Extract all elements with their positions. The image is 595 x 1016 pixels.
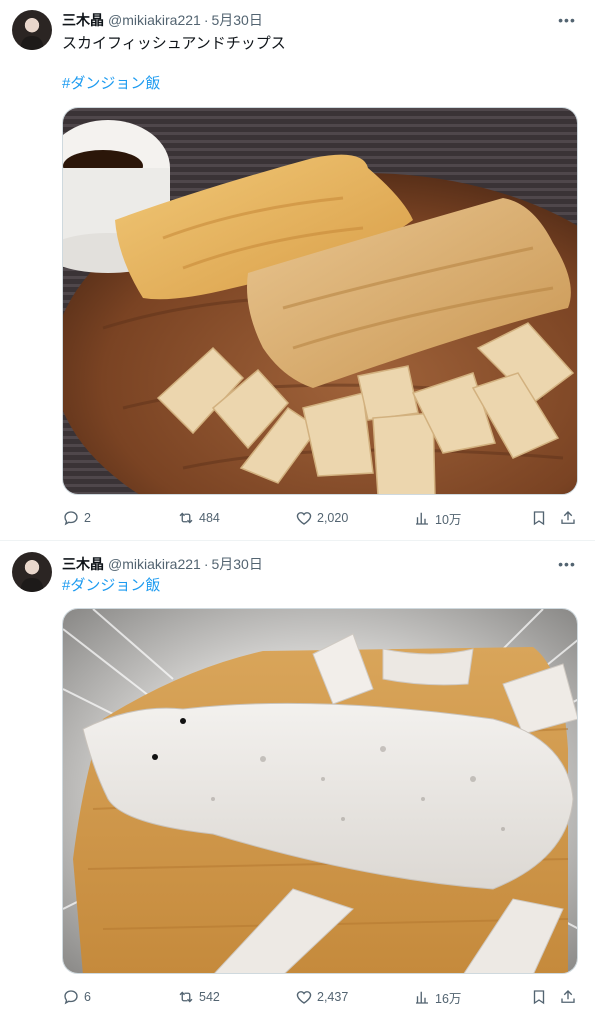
retweet-count: 484 [199,511,220,525]
author-handle[interactable]: @mikiakira221 [108,556,201,572]
reply-count: 2 [84,511,91,525]
hashtag-link[interactable]: #ダンジョン飯 [62,576,160,596]
like-button[interactable]: 2,437 [295,987,348,1007]
tweet-photo-wrapped-fish[interactable] [62,608,578,974]
tweet-actions: 2 484 2,020 10万 [62,508,582,528]
retweet-icon [179,512,193,524]
tweet-2[interactable]: 三木晶 @mikiakira221 · 5月30日 ••• #ダンジョン飯 6 … [0,542,595,1016]
avatar[interactable] [12,552,52,592]
bookmark-button[interactable] [530,987,552,1007]
like-count: 2,020 [317,511,349,525]
retweet-button[interactable]: 484 [177,508,220,528]
reply-button[interactable]: 6 [62,987,91,1007]
tweet-header: 三木晶 @mikiakira221 · 5月30日 [62,554,263,574]
share-button[interactable] [559,987,581,1007]
view-count: 10万 [435,512,462,527]
reply-icon [64,990,78,1005]
view-count: 16万 [435,991,462,1006]
share-icon [561,990,575,1003]
views-button[interactable]: 16万 [413,987,461,1007]
tweet-date[interactable]: 5月30日 [211,554,262,574]
timeline-feed: 三木晶 @mikiakira221 · 5月30日 ••• スカイフィッシュアン… [0,0,595,1016]
retweet-count: 542 [199,990,220,1004]
bookmark-icon [533,990,545,1005]
tweet-text: スカイフィッシュアンドチップス [62,35,286,52]
heart-icon [296,991,312,1004]
reply-button[interactable]: 2 [62,508,91,528]
tweet-header: 三木晶 @mikiakira221 · 5月30日 [62,10,263,30]
share-button[interactable] [559,508,581,528]
separator-dot: · [203,556,209,572]
tweet-photo-fish-and-chips[interactable] [62,107,578,495]
tweet-1[interactable]: 三木晶 @mikiakira221 · 5月30日 ••• スカイフィッシュアン… [0,0,595,541]
separator-dot: · [203,12,209,28]
heart-icon [296,512,312,525]
author-handle[interactable]: @mikiakira221 [108,12,201,28]
views-chart-icon [416,991,428,1004]
views-button[interactable]: 10万 [413,508,461,528]
author-name[interactable]: 三木晶 [62,10,104,30]
reply-count: 6 [84,990,91,1004]
share-icon [561,511,575,524]
hashtag-link[interactable]: #ダンジョン飯 [62,74,160,94]
like-count: 2,437 [317,990,349,1004]
bookmark-button[interactable] [530,508,552,528]
views-chart-icon [416,512,428,525]
more-options-icon[interactable]: ••• [557,554,577,574]
avatar[interactable] [12,10,52,50]
tweet-date[interactable]: 5月30日 [211,10,262,30]
bookmark-icon [533,511,545,526]
more-options-icon[interactable]: ••• [557,10,577,30]
reply-icon [64,511,78,526]
tweet-actions: 6 542 2,437 16万 [62,987,582,1007]
author-name[interactable]: 三木晶 [62,554,104,574]
like-button[interactable]: 2,020 [295,508,348,528]
retweet-icon [179,991,193,1003]
retweet-button[interactable]: 542 [177,987,220,1007]
